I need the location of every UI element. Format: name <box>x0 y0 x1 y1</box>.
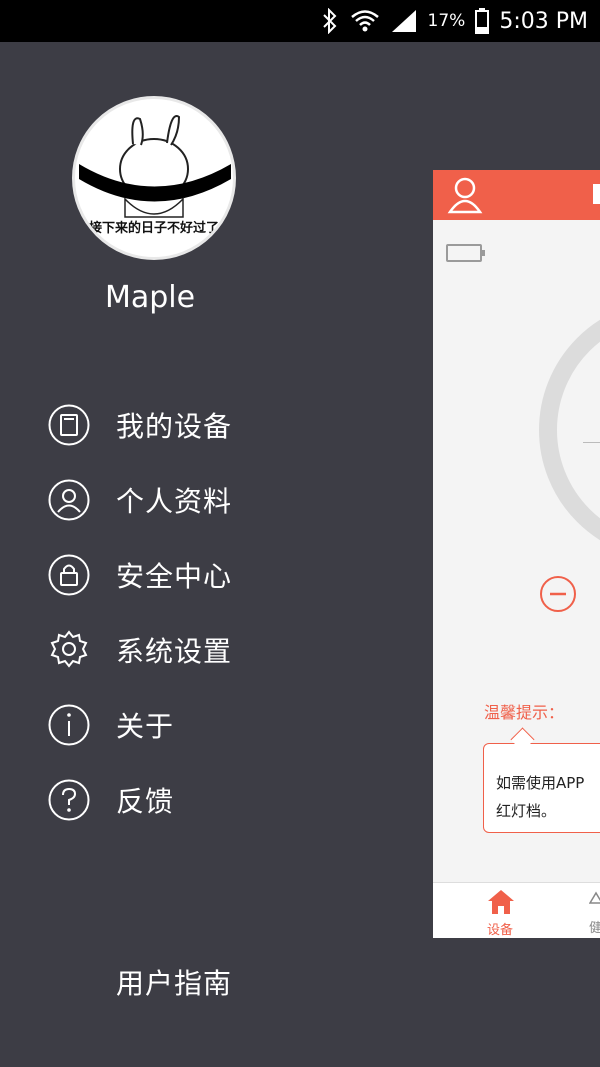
status-bar: 17% 5:03 PM <box>0 0 600 42</box>
dial-tick <box>583 442 600 443</box>
tip-text: 红灯档。 <box>496 802 557 820</box>
menu-item-about[interactable]: 关于 <box>48 687 232 762</box>
profile-icon <box>48 479 90 521</box>
tab-second[interactable]: 健 <box>589 917 600 936</box>
tab-devices[interactable]: 设备 <box>487 919 513 938</box>
device-icon <box>48 404 90 446</box>
minus-button[interactable] <box>539 575 577 613</box>
level-dial[interactable] <box>539 300 600 560</box>
info-icon <box>48 704 90 746</box>
tip-text: 如需使用APP <box>496 774 585 792</box>
menu-item-label: 系统设置 <box>116 634 233 668</box>
main-content-peek[interactable]: 温馨提示： 如需使用APP 红灯档。 设备 健 <box>433 170 600 938</box>
menu-item-security[interactable]: 安全中心 <box>48 537 232 612</box>
gear-icon <box>48 629 90 671</box>
menu-item-label: 个人资料 <box>116 484 233 518</box>
clock: 5:03 PM <box>499 8 588 34</box>
health-icon[interactable] <box>589 891 600 905</box>
battery-percent: 17% <box>427 11 466 31</box>
drawer-menu: 我的设备 个人资料 安全中心 系统设置 关于 反馈 <box>48 387 232 837</box>
avatar-caption: 接下来的日子不好过了 <box>88 221 219 236</box>
username: Maple <box>105 280 196 315</box>
menu-item-label: 我的设备 <box>116 409 233 443</box>
lock-icon <box>48 554 90 596</box>
menu-item-profile[interactable]: 个人资料 <box>48 462 232 537</box>
user-guide-link[interactable]: 用户指南 <box>116 962 232 1002</box>
wifi-icon <box>350 10 379 32</box>
app-header <box>433 170 600 220</box>
bluetooth-icon <box>322 8 336 34</box>
menu-item-settings[interactable]: 系统设置 <box>48 612 232 687</box>
bottom-tab-bar: 设备 健 <box>433 882 600 938</box>
tip-title: 温馨提示： <box>484 703 565 722</box>
battery-icon <box>475 8 490 34</box>
user-icon[interactable] <box>447 176 483 214</box>
device-battery-icon <box>446 244 485 262</box>
menu-item-label: 关于 <box>116 709 175 743</box>
header-title-edge <box>593 184 600 204</box>
help-icon <box>48 779 90 821</box>
menu-item-my-devices[interactable]: 我的设备 <box>48 387 232 462</box>
menu-item-feedback[interactable]: 反馈 <box>48 762 232 837</box>
avatar[interactable]: 接下来的日子不好过了 <box>72 96 236 260</box>
signal-icon <box>391 10 416 32</box>
menu-item-label: 安全中心 <box>116 559 233 593</box>
menu-item-label: 反馈 <box>116 784 175 818</box>
home-icon[interactable] <box>487 889 515 915</box>
